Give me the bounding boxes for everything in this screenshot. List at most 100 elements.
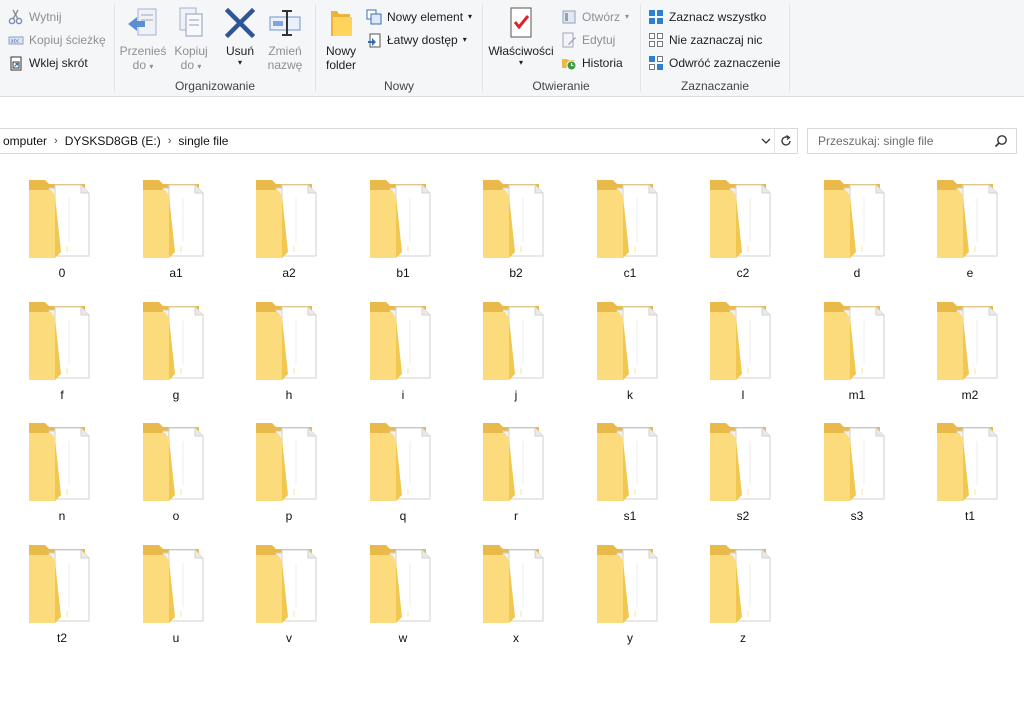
address-bar[interactable]: omputer › DYSKSD8GB (E:) › single file [0, 128, 798, 154]
folder-item[interactable]: b2 [471, 168, 561, 286]
easy-access-label: Łatwy dostęp [387, 33, 458, 47]
copy-to-label-1: Kopiuj [174, 44, 208, 58]
folder-item[interactable]: r [471, 411, 561, 529]
chevron-right-icon[interactable]: › [51, 135, 61, 147]
folder-item[interactable]: b1 [358, 168, 448, 286]
search-input[interactable]: Przeszukaj: single file [818, 134, 933, 148]
folder-icon [710, 302, 771, 380]
folder-item[interactable]: 0 [17, 168, 107, 286]
folder-icon [370, 545, 431, 623]
new-folder-label-1: Nowy [325, 44, 356, 58]
folder-item[interactable]: a2 [244, 168, 334, 286]
folder-name: a1 [169, 266, 183, 280]
edit-button[interactable]: Edytuj [561, 30, 615, 50]
copy-to-button[interactable]: Kopiuj do ▾ [169, 6, 213, 72]
folder-name: z [740, 631, 746, 645]
search-icon[interactable] [994, 134, 1008, 148]
folder-item[interactable]: u [131, 533, 221, 651]
chevron-down-icon: ▾ [462, 35, 467, 44]
folder-name: e [966, 266, 974, 280]
folder-name: v [286, 631, 292, 645]
refresh-button[interactable] [777, 129, 795, 153]
organize-group: Przenieś do ▾ Kopiuj do ▾ Usuń ▾ Zmień n… [115, 0, 315, 96]
folder-item[interactable]: k [585, 290, 675, 408]
copy-to-label-2: do [180, 58, 194, 72]
folder-name: o [172, 509, 180, 523]
breadcrumb-folder[interactable]: single file [174, 134, 232, 148]
folder-item[interactable]: o [131, 411, 221, 529]
folder-item[interactable]: w [358, 533, 448, 651]
folder-icon [824, 423, 885, 501]
folder-item[interactable]: t1 [925, 411, 1015, 529]
folder-name: c2 [736, 266, 750, 280]
move-to-button[interactable]: Przenieś do ▾ [119, 6, 167, 72]
history-icon [562, 59, 577, 71]
folder-item[interactable]: v [244, 533, 334, 651]
folder-name: m2 [961, 388, 979, 402]
ribbon-divider [789, 4, 790, 92]
folder-item[interactable]: q [358, 411, 448, 529]
cut-button[interactable]: Wytnij [8, 7, 62, 27]
open-button[interactable]: Otwórz ▾ [561, 7, 629, 27]
select-group-label: Zaznaczanie [680, 79, 750, 93]
folder-item[interactable]: g [131, 290, 221, 408]
paste-shortcut-button[interactable]: Wklej skrót [8, 53, 88, 73]
folder-item[interactable]: i [358, 290, 448, 408]
new-item-button[interactable]: Nowy element ▾ [366, 7, 472, 27]
breadcrumb-computer[interactable]: omputer [0, 134, 51, 148]
folder-item[interactable]: y [585, 533, 675, 651]
delete-button[interactable]: Usuń ▾ [219, 6, 261, 68]
folder-item[interactable]: a1 [131, 168, 221, 286]
folder-icon [256, 302, 317, 380]
folder-item[interactable]: j [471, 290, 561, 408]
folder-item[interactable]: x [471, 533, 561, 651]
copy-path-icon: abc [8, 36, 24, 45]
folder-item[interactable]: c1 [585, 168, 675, 286]
folder-name: g [172, 388, 180, 402]
select-none-button[interactable]: Nie zaznaczaj nic [648, 30, 762, 50]
new-item-icon [366, 9, 382, 25]
breadcrumb-drive[interactable]: DYSKSD8GB (E:) [61, 134, 165, 148]
folder-icon [483, 545, 544, 623]
chevron-down-icon: ▾ [149, 62, 154, 71]
folder-icon [256, 545, 317, 623]
properties-button[interactable]: Właściwości ▾ [487, 6, 555, 68]
select-all-button[interactable]: Zaznacz wszystko [648, 7, 766, 27]
folder-name: x [513, 631, 519, 645]
chevron-right-icon[interactable]: › [165, 135, 175, 147]
rename-button[interactable]: Zmień nazwę [263, 6, 307, 72]
folder-item[interactable]: m2 [925, 290, 1015, 408]
search-box[interactable]: Przeszukaj: single file [807, 128, 1017, 154]
folder-item[interactable]: h [244, 290, 334, 408]
folder-item[interactable]: t2 [17, 533, 107, 651]
chevron-down-icon: ▾ [237, 58, 242, 67]
history-button[interactable]: Historia [561, 53, 623, 73]
folder-item[interactable]: z [698, 533, 788, 651]
easy-access-button[interactable]: Łatwy dostęp ▾ [366, 30, 467, 50]
folder-item[interactable]: l [698, 290, 788, 408]
move-to-icon [128, 8, 157, 36]
folder-name: a2 [282, 266, 296, 280]
invert-selection-button[interactable]: Odwróć zaznaczenie [648, 53, 780, 73]
folder-item[interactable]: f [17, 290, 107, 408]
chevron-down-icon [761, 138, 771, 144]
folder-item[interactable]: m1 [812, 290, 902, 408]
folder-item[interactable]: e [925, 168, 1015, 286]
address-row: omputer › DYSKSD8GB (E:) › single file P… [0, 128, 1024, 154]
new-folder-icon [331, 11, 352, 36]
folder-icon [824, 180, 885, 258]
folder-item[interactable]: s3 [812, 411, 902, 529]
folder-item[interactable]: c2 [698, 168, 788, 286]
folder-item[interactable]: n [17, 411, 107, 529]
folder-item[interactable]: d [812, 168, 902, 286]
open-group: Właściwości ▾ Otwórz ▾ Edytuj Historia O… [483, 0, 639, 96]
new-folder-button[interactable]: Nowy folder [320, 6, 362, 72]
clipboard-group: Wytnij abc Kopiuj ścieżkę Wklej skrót [0, 0, 114, 96]
folder-item[interactable]: s1 [585, 411, 675, 529]
copy-path-button[interactable]: abc Kopiuj ścieżkę [8, 30, 106, 50]
folder-item[interactable]: p [244, 411, 334, 529]
folder-icon [710, 180, 771, 258]
folder-item[interactable]: s2 [698, 411, 788, 529]
edit-label: Edytuj [582, 33, 616, 47]
address-history-dropdown[interactable] [758, 129, 775, 153]
